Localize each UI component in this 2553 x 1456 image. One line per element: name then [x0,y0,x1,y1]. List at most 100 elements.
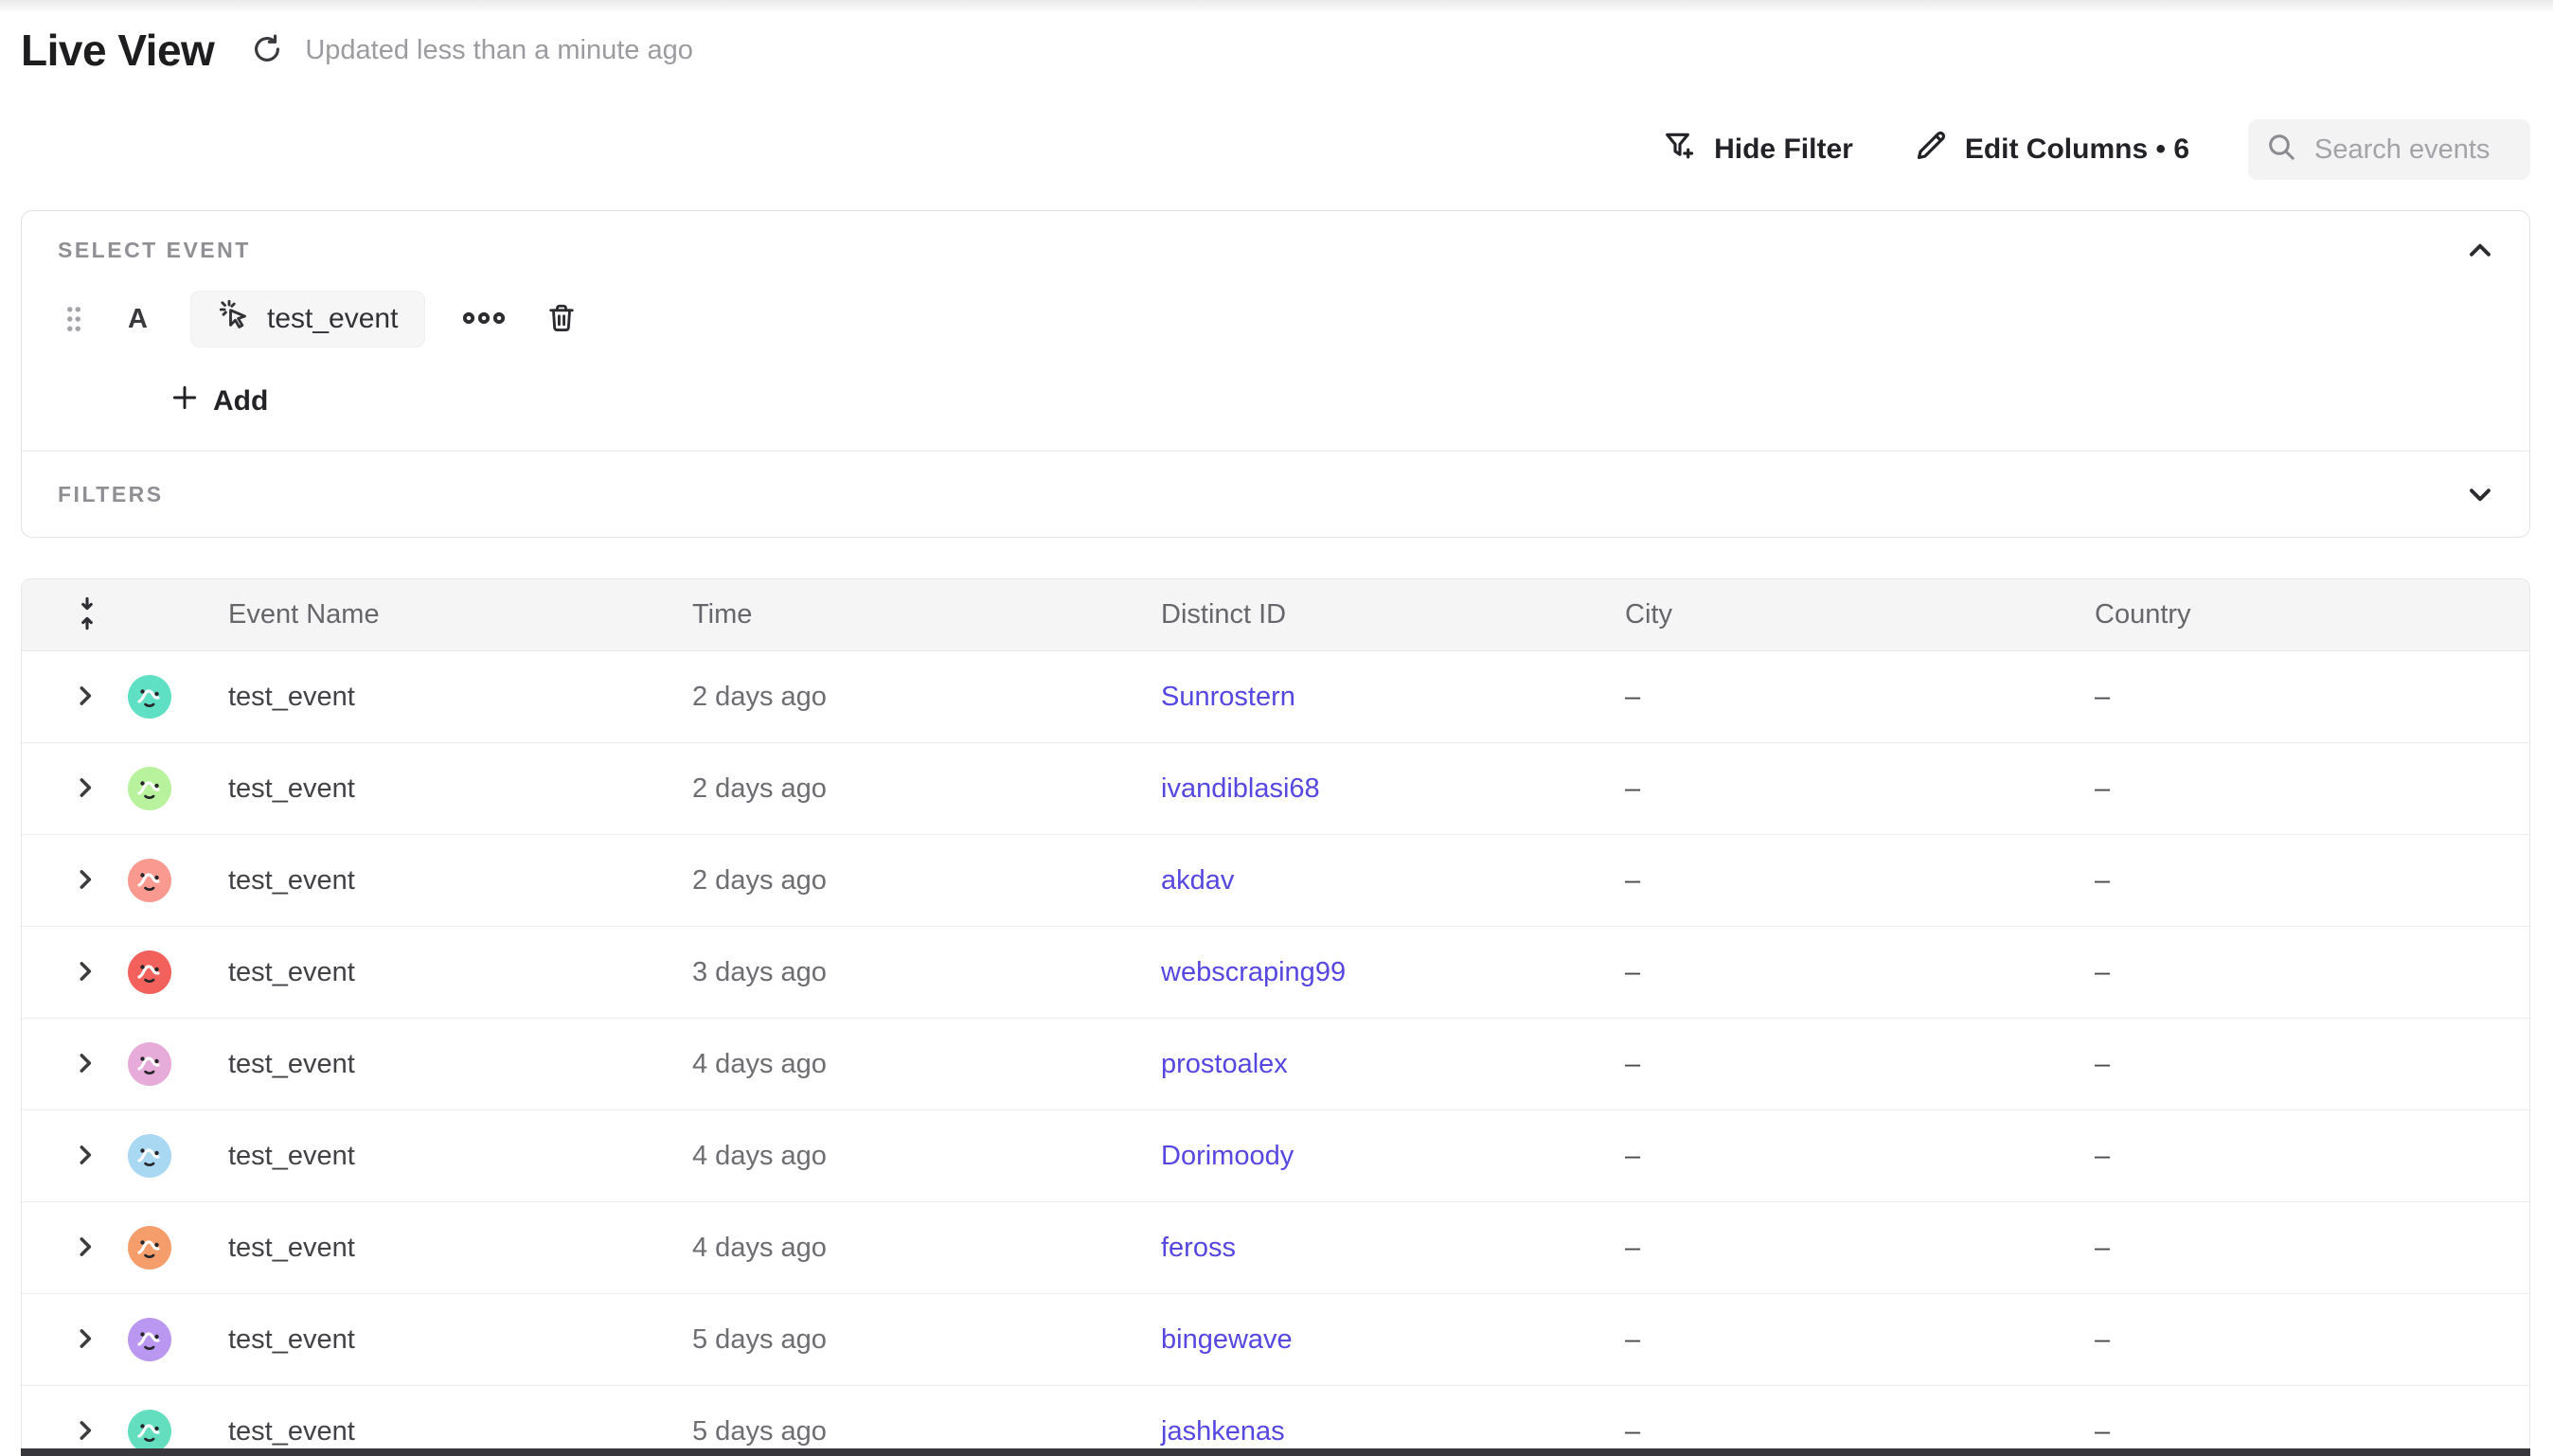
expand-row-button[interactable] [71,1049,99,1080]
expand-row-button[interactable] [71,682,99,713]
edit-columns-button[interactable]: Edit Columns • 6 [1912,127,2189,172]
chevron-right-icon [71,1233,99,1264]
row-country: – [2078,1416,2529,1447]
table-row: test_event 4 days ago Dorimoody – – [22,1110,2529,1202]
row-event-name: test_event [211,1049,675,1080]
row-country: – [2078,773,2529,805]
row-country: – [2078,682,2529,713]
expand-row-button[interactable] [71,865,99,897]
user-avatar [128,767,171,810]
row-distinct-id-link[interactable]: jashkenas [1161,1416,1285,1447]
column-header-event-name[interactable]: Event Name [211,599,675,630]
user-avatar [128,1226,171,1270]
column-header-time[interactable]: Time [675,599,1144,630]
filter-plus-icon [1661,127,1699,172]
add-label: Add [213,385,268,417]
chevron-right-icon [71,957,99,988]
table-body: test_event 2 days ago Sunrostern – – [22,651,2529,1456]
expand-row-button[interactable] [71,1324,99,1356]
row-distinct-id-link[interactable]: prostoalex [1161,1049,1288,1079]
expand-row-button[interactable] [71,1416,99,1447]
collapse-rows-button[interactable] [71,595,103,635]
expand-row-button[interactable] [71,957,99,988]
row-time: 5 days ago [675,1416,1144,1447]
row-event-name: test_event [211,1324,675,1356]
refresh-button[interactable] [246,29,288,71]
row-country: – [2078,1233,2529,1264]
clause-letter: A [128,304,156,335]
user-avatar [128,1134,171,1178]
pencil-icon [1912,127,1950,172]
select-event-collapse-button[interactable] [2463,234,2497,271]
row-time: 2 days ago [675,773,1144,805]
expand-row-button[interactable] [71,1141,99,1172]
table-row: test_event 5 days ago bingewave – – [22,1294,2529,1386]
hide-filter-label: Hide Filter [1714,133,1853,166]
add-event-button[interactable]: Add [170,382,268,420]
row-time: 3 days ago [675,957,1144,988]
user-avatar [128,1042,171,1086]
column-header-country[interactable]: Country [2078,599,2529,630]
row-city: – [1608,1416,2078,1447]
expand-row-button[interactable] [71,1233,99,1264]
row-event-name: test_event [211,773,675,805]
page-title: Live View [21,25,214,76]
table-row: test_event 4 days ago prostoalex – – [22,1019,2529,1110]
page-header: Live View Updated less than a minute ago [21,25,693,76]
trash-icon [545,301,579,338]
row-time: 2 days ago [675,682,1144,713]
collapse-vertical-icon [71,595,103,635]
user-avatar [128,1410,171,1453]
row-distinct-id-link[interactable]: Sunrostern [1161,682,1295,712]
column-header-city[interactable]: City [1608,599,2078,630]
row-country: – [2078,957,2529,988]
table-header-row: Event Name Time Distinct ID City Country [22,579,2529,651]
table-row: test_event 3 days ago webscraping99 – – [22,927,2529,1019]
row-distinct-id-link[interactable]: Dorimoody [1161,1141,1294,1171]
row-distinct-id-link[interactable]: webscraping99 [1161,957,1346,987]
horizontal-scrollbar[interactable] [21,1448,2530,1456]
hide-filter-button[interactable]: Hide Filter [1661,127,1853,172]
event-picker-chip[interactable]: test_event [190,291,425,347]
column-header-distinct-id[interactable]: Distinct ID [1144,599,1608,630]
row-distinct-id-link[interactable]: akdav [1161,865,1234,896]
user-avatar [128,675,171,719]
row-city: – [1608,865,2078,897]
row-event-name: test_event [211,957,675,988]
filters-expand-button[interactable] [2463,477,2497,514]
chevron-right-icon [71,682,99,713]
chevron-right-icon [71,773,99,805]
row-distinct-id-link[interactable]: feross [1161,1233,1236,1263]
search-events-box[interactable] [2248,119,2530,180]
row-event-name: test_event [211,865,675,897]
search-events-input[interactable] [2314,134,2513,166]
row-country: – [2078,865,2529,897]
row-time: 2 days ago [675,865,1144,897]
select-event-label: SELECT EVENT [58,238,2493,263]
live-view-page: Live View Updated less than a minute ago… [0,0,2553,1456]
row-city: – [1608,682,2078,713]
chevron-right-icon [71,1416,99,1447]
drag-handle[interactable] [62,303,86,335]
row-city: – [1608,1233,2078,1264]
table-row: test_event 5 days ago jashkenas – – [22,1386,2529,1456]
event-chip-label: test_event [267,303,398,335]
row-distinct-id-link[interactable]: bingewave [1161,1324,1293,1355]
row-time: 5 days ago [675,1324,1144,1356]
row-event-name: test_event [211,1416,675,1447]
refresh-icon [249,31,285,70]
edit-columns-label: Edit Columns • 6 [1965,133,2189,166]
row-event-name: test_event [211,1141,675,1172]
row-city: – [1608,773,2078,805]
row-time: 4 days ago [675,1233,1144,1264]
delete-event-button[interactable] [545,301,579,338]
expand-row-button[interactable] [71,773,99,805]
row-distinct-id-link[interactable]: ivandiblasi68 [1161,773,1320,804]
event-clause-row: A test_event [58,290,2493,348]
table-row: test_event 4 days ago feross – – [22,1202,2529,1294]
row-time: 4 days ago [675,1049,1144,1080]
filters-section[interactable]: FILTERS [22,452,2529,537]
row-city: – [1608,1141,2078,1172]
event-options-button[interactable] [461,307,507,332]
row-city: – [1608,1049,2078,1080]
